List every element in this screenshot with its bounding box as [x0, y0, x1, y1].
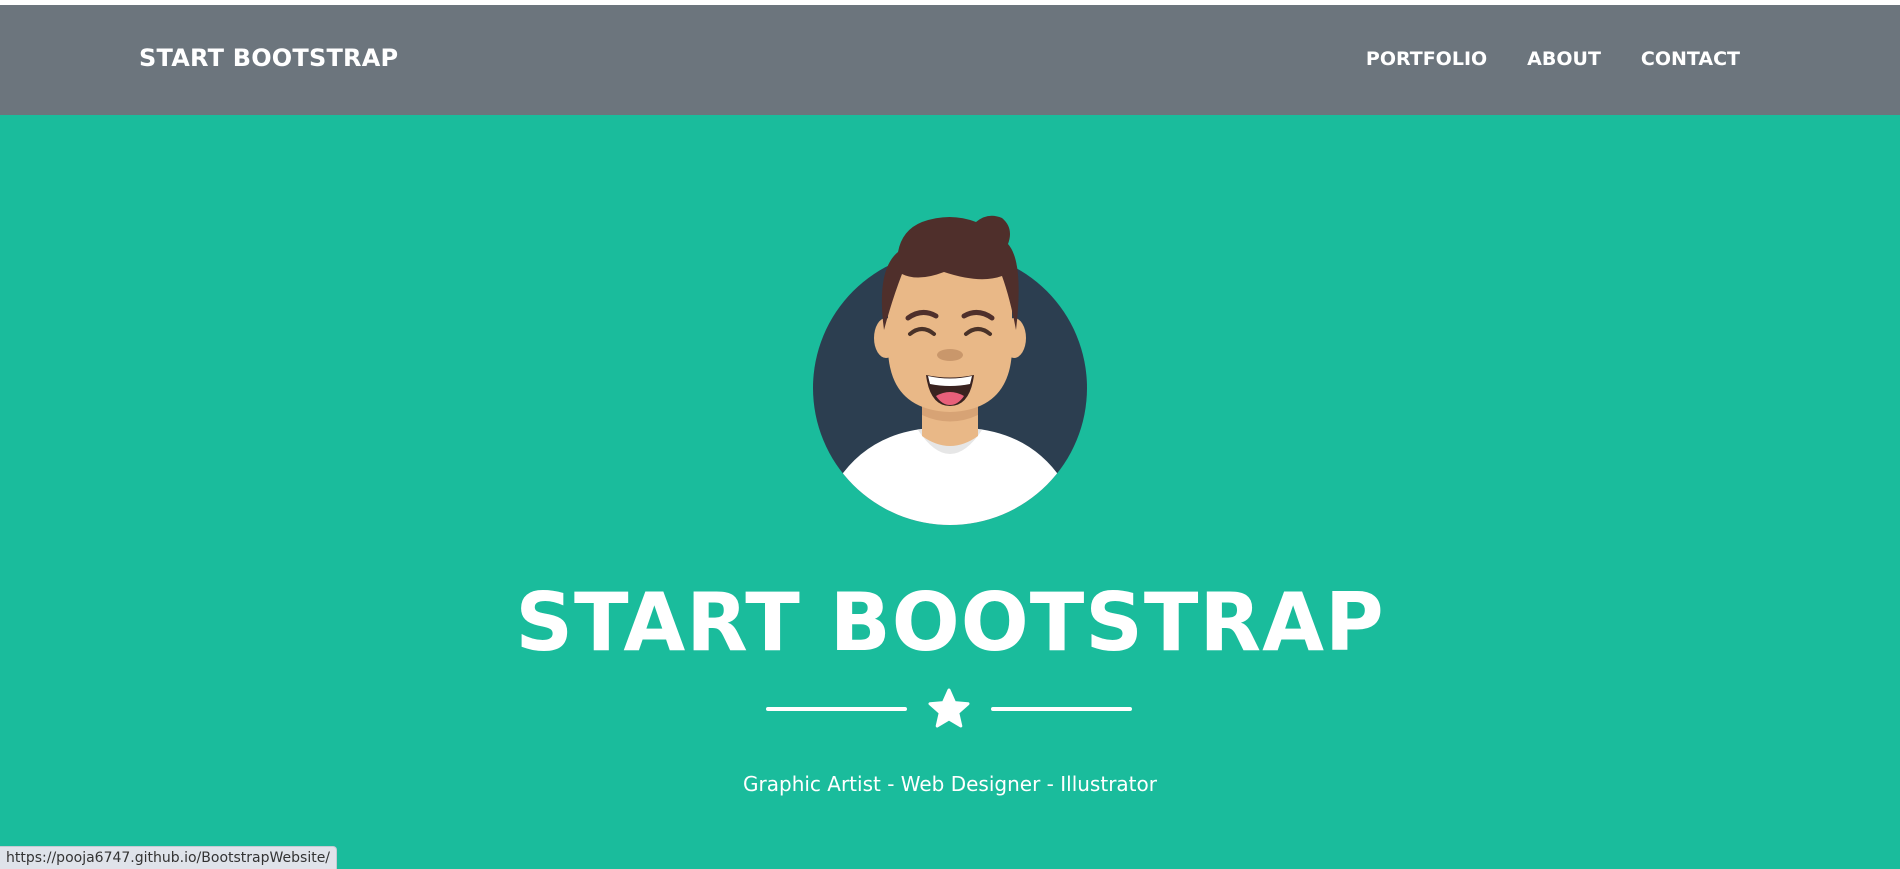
hero-subtitle: Graphic Artist - Web Designer - Illustra… [743, 772, 1157, 796]
nav-link-contact[interactable]: CONTACT [1641, 47, 1740, 71]
star-icon [927, 688, 971, 730]
hero-title: START BOOTSTRAP [515, 576, 1385, 669]
nav-menu: PORTFOLIO ABOUT CONTACT [1366, 47, 1740, 71]
nav-link-about[interactable]: ABOUT [1527, 47, 1601, 71]
brand-link[interactable]: START BOOTSTRAP [139, 43, 398, 73]
avatar-illustration [810, 210, 1090, 528]
nav-link-portfolio[interactable]: PORTFOLIO [1366, 47, 1487, 71]
divider-line-left [766, 707, 907, 711]
star-divider [766, 686, 1132, 732]
browser-status-bar-url: https://pooja6747.github.io/BootstrapWeb… [0, 846, 338, 869]
main-navbar: START BOOTSTRAP PORTFOLIO ABOUT CONTACT [0, 5, 1900, 115]
divider-line-right [991, 707, 1132, 711]
